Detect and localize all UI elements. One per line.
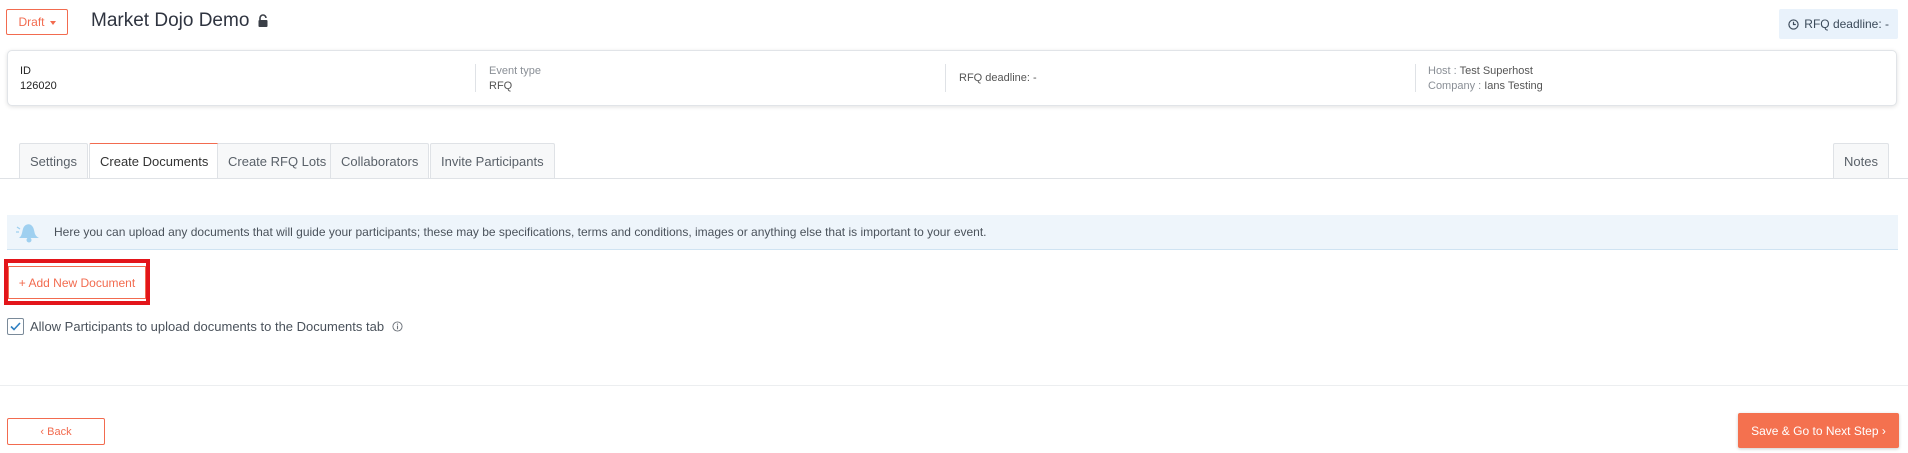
- rfq-deadline-dropdown[interactable]: RFQ deadline: -: [1779, 9, 1898, 39]
- allow-upload-checkbox[interactable]: [7, 318, 24, 335]
- bell-icon: [16, 224, 39, 243]
- event-id-label: ID: [20, 65, 31, 77]
- event-id-block: ID 126020: [20, 64, 57, 94]
- tab-notes[interactable]: Notes: [1833, 143, 1889, 178]
- event-title-text: Market Dojo Demo: [91, 10, 250, 31]
- company-label: Company :: [1428, 80, 1485, 92]
- banner-text: Here you can upload any documents that w…: [54, 225, 987, 239]
- allow-upload-row: Allow Participants to upload documents t…: [7, 318, 403, 335]
- status-label: Draft: [18, 15, 45, 29]
- save-next-step-button[interactable]: Save & Go to Next Step ›: [1738, 413, 1899, 448]
- event-type-value: RFQ: [489, 80, 513, 92]
- event-info-card: ID 126020 Event type RFQ RFQ deadline: -…: [7, 50, 1897, 106]
- tab-invite-participants[interactable]: Invite Participants: [430, 143, 555, 178]
- rfq-deadline-text: RFQ deadline: -: [959, 72, 1037, 84]
- host-company-block: Host : Test Superhost Company : Ians Tes…: [1428, 64, 1543, 94]
- lock-icon: [258, 14, 268, 27]
- divider: [1415, 64, 1416, 92]
- clock-icon: [1788, 18, 1799, 30]
- add-new-document-button[interactable]: + Add New Document: [8, 266, 146, 299]
- rfq-deadline-label: RFQ deadline: -: [1804, 17, 1889, 31]
- info-icon[interactable]: [392, 321, 403, 332]
- tab-settings[interactable]: Settings: [19, 143, 88, 178]
- back-button[interactable]: ‹ Back: [7, 418, 105, 445]
- allow-upload-label: Allow Participants to upload documents t…: [30, 319, 385, 334]
- company-value: Ians Testing: [1484, 80, 1543, 92]
- tabs-divider: [0, 178, 1908, 179]
- host-value: Test Superhost: [1459, 65, 1533, 77]
- page-title: Market Dojo Demo: [91, 10, 269, 32]
- event-id-value: 126020: [20, 80, 57, 92]
- divider: [475, 64, 476, 92]
- event-type-label: Event type: [489, 65, 541, 77]
- tab-collaborators[interactable]: Collaborators: [330, 143, 430, 178]
- info-banner: Here you can upload any documents that w…: [7, 215, 1898, 250]
- host-label: Host :: [1428, 65, 1460, 77]
- divider: [945, 64, 946, 92]
- caret-down-icon: [49, 20, 56, 25]
- checkmark-icon: [10, 322, 21, 331]
- status-dropdown-button[interactable]: Draft: [6, 9, 68, 35]
- tab-create-documents[interactable]: Create Documents: [89, 143, 220, 179]
- rfq-deadline-block: RFQ deadline: -: [959, 71, 1037, 86]
- event-type-block: Event type RFQ: [489, 64, 541, 94]
- tab-create-rfq-lots[interactable]: Create RFQ Lots: [217, 143, 338, 178]
- footer-divider: [0, 385, 1908, 386]
